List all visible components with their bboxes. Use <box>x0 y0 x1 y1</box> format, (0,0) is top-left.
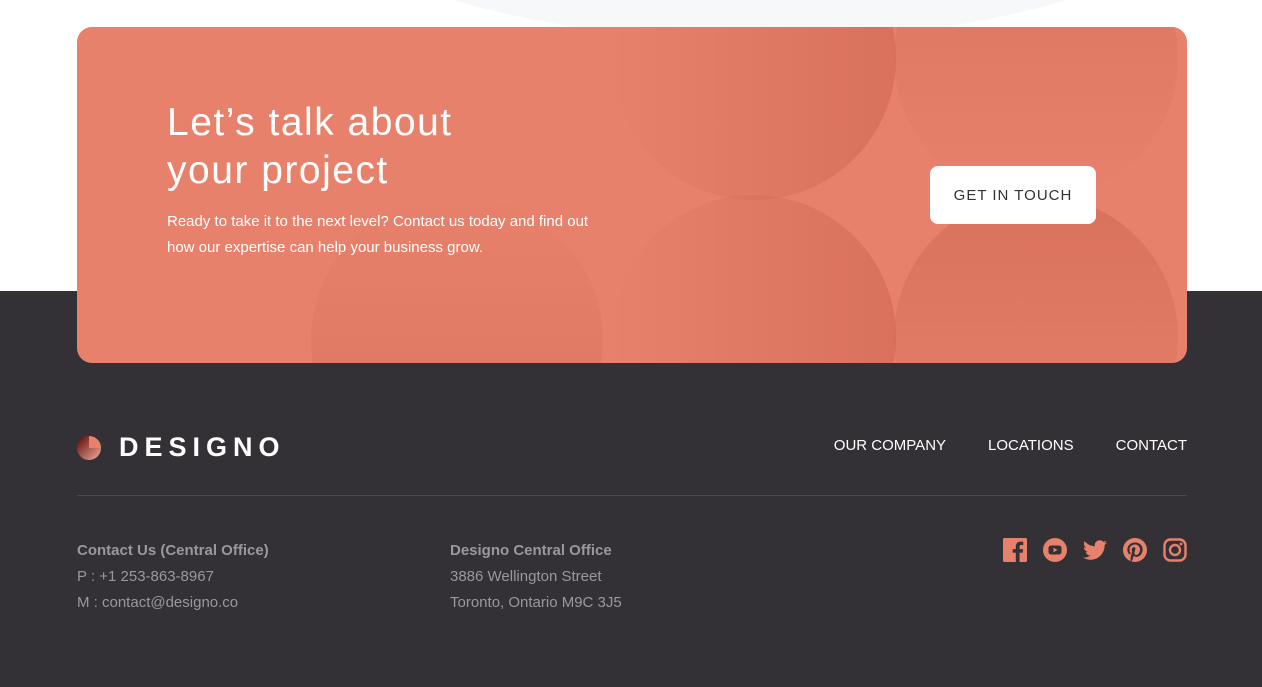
cta-title-line: your project <box>167 149 389 192</box>
instagram-icon[interactable] <box>1163 538 1187 562</box>
office-city: Toronto, Ontario M9C 3J5 <box>450 594 622 611</box>
youtube-icon[interactable] <box>1043 538 1067 562</box>
get-in-touch-button[interactable]: GET IN TOUCH <box>930 166 1096 224</box>
contact-email: M : contact@designo.co <box>77 594 239 611</box>
logo-icon <box>77 435 101 460</box>
footer-divider <box>77 495 1187 496</box>
cta-banner: Let’s talk about your project Ready to t… <box>77 27 1187 363</box>
facebook-icon[interactable] <box>1003 538 1027 562</box>
office-heading: Designo Central Office <box>450 542 612 559</box>
footer-logo[interactable]: DESIGNO <box>77 432 286 463</box>
nav-link-contact[interactable]: CONTACT <box>1116 437 1187 454</box>
pinterest-icon[interactable] <box>1123 538 1147 562</box>
cta-title-line: Let’s talk about <box>167 101 453 144</box>
cta-title: Let’s talk about your project <box>167 99 587 195</box>
nav-link-our-company[interactable]: OUR COMPANY <box>834 437 946 454</box>
footer-nav: OUR COMPANY LOCATIONS CONTACT <box>834 437 1187 454</box>
decor-circle <box>612 195 896 363</box>
contact-phone: P : +1 253-863-8967 <box>77 568 214 585</box>
office-street: 3886 Wellington Street <box>450 568 602 585</box>
twitter-icon[interactable] <box>1083 538 1107 562</box>
social-links <box>1003 538 1187 562</box>
contact-info: Contact Us (Central Office) P : +1 253-8… <box>77 538 269 616</box>
decor-circle <box>612 27 896 200</box>
cta-description: Ready to take it to the next level? Cont… <box>167 213 589 256</box>
contact-heading: Contact Us (Central Office) <box>77 542 269 559</box>
office-address: Designo Central Office 3886 Wellington S… <box>450 538 622 616</box>
nav-link-locations[interactable]: LOCATIONS <box>988 437 1074 454</box>
logo-wordmark: DESIGNO <box>119 432 286 462</box>
